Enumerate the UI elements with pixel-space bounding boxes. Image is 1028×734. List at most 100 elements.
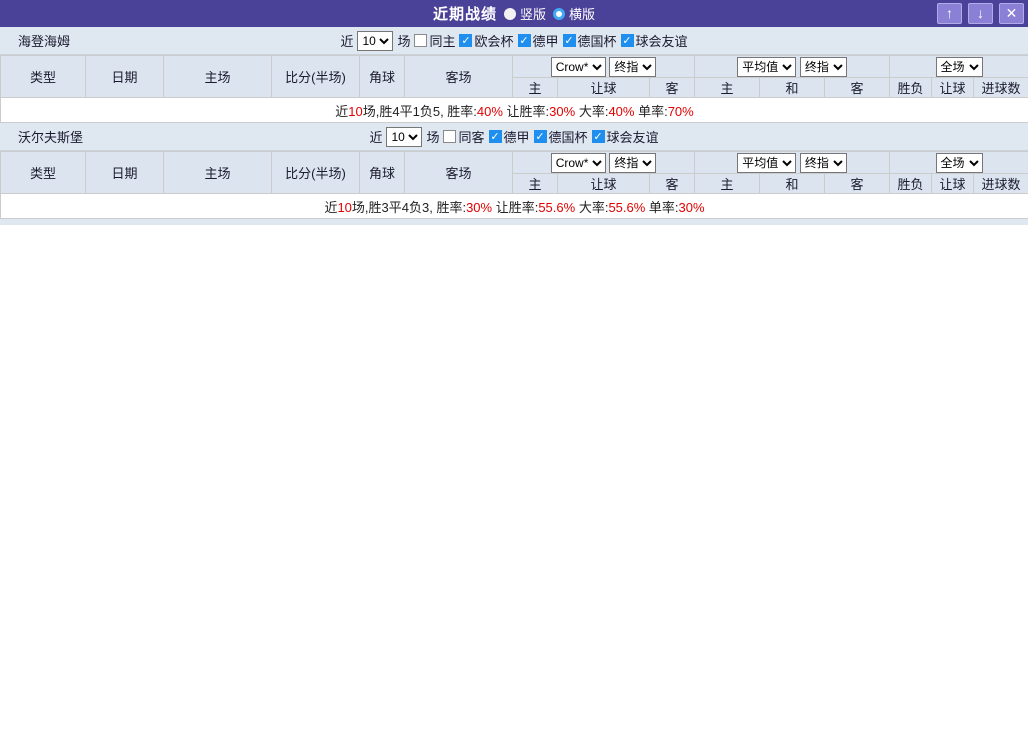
team-section-heidenheim: 海登海姆 近 10 场 同主 ✓ 欧会杯 ✓ 德甲 ✓ 德国杯 ✓ 球会友谊 类…: [0, 27, 1028, 123]
checkbox-checked-icon[interactable]: ✓: [562, 34, 576, 47]
move-up-button[interactable]: ↑: [937, 3, 962, 24]
league-checkbox[interactable]: ✓ 德国杯: [562, 31, 617, 50]
checkbox-label: 欧会杯: [474, 34, 514, 49]
checkbox-checked-icon[interactable]: ✓: [620, 34, 634, 47]
average-stage-select[interactable]: 终指: [799, 56, 847, 77]
col-odds-home: 主: [512, 77, 558, 98]
summary-segment: 单率:: [634, 103, 668, 119]
same-venue-checkbox[interactable]: 同客: [443, 127, 485, 146]
scope-select[interactable]: 全场: [935, 56, 983, 77]
checkbox-checked-icon[interactable]: ✓: [459, 34, 473, 47]
league-checkbox[interactable]: ✓ 德国杯: [533, 127, 588, 146]
col-away: 客场: [404, 55, 513, 98]
near-label: 近: [369, 130, 383, 145]
close-button[interactable]: ✕: [999, 3, 1024, 24]
average-select[interactable]: 平均值: [737, 56, 797, 77]
odds-stage-select[interactable]: 终指: [609, 152, 657, 173]
summary-segment: 大率:: [575, 199, 609, 215]
summary-segment: 场,胜4平1负5, 胜率:: [362, 103, 477, 119]
checkbox-label: 球会友谊: [635, 34, 688, 49]
summary-segment: 40%: [608, 103, 635, 119]
checkbox-label: 球会友谊: [606, 130, 659, 145]
layout-horizontal-option[interactable]: 横版: [553, 4, 595, 23]
col-odds-handicap: 让球: [557, 173, 650, 194]
results-table: 类型 日期 主场 比分(半场) 角球 客场 Crow* 终指 平均值 终指 全场…: [0, 55, 1028, 123]
radio-vertical-label: 竖版: [519, 7, 546, 22]
summary-segment: 单率:: [645, 199, 679, 215]
summary-segment: 场,胜3平4负3, 胜率:: [351, 199, 467, 215]
checkbox-label: 德甲: [503, 130, 530, 145]
summary-segment: 大率:: [575, 103, 609, 119]
bookmaker-group-header: Crow* 终指: [511, 55, 696, 78]
scope-select[interactable]: 全场: [935, 152, 983, 173]
layout-vertical-option[interactable]: 竖版: [503, 4, 546, 23]
checkbox-unchecked-icon[interactable]: [414, 34, 428, 47]
average-select[interactable]: 平均值: [737, 152, 797, 173]
close-icon: ✕: [1005, 5, 1018, 21]
bookmaker-select[interactable]: Crow*: [550, 152, 606, 173]
col-home: 主场: [163, 151, 272, 194]
col-score: 比分(半场): [271, 151, 360, 194]
radio-selected-icon[interactable]: [503, 7, 516, 20]
up-arrow-icon: ↑: [946, 5, 953, 21]
odds-stage-select[interactable]: 终指: [609, 56, 657, 77]
checkbox-checked-icon[interactable]: ✓: [517, 34, 531, 47]
col-odds-home: 主: [512, 173, 558, 194]
near-label: 近: [340, 34, 354, 49]
league-checkbox[interactable]: ✓ 德甲: [488, 127, 530, 146]
summary-segment: 10: [348, 103, 363, 119]
col-home: 主场: [163, 55, 272, 98]
average-group-header: 平均值 终指: [694, 151, 891, 174]
move-down-button[interactable]: ↓: [968, 3, 993, 24]
recent-results-panel: 近期战绩 竖版 横版 ↑ ↓ ✕ 海登海姆 近 10 场 同主 ✓ 欧会杯 ✓ …: [0, 0, 1028, 225]
checkbox-checked-icon[interactable]: ✓: [488, 130, 502, 143]
col-avg-away: 客: [824, 77, 891, 98]
checkbox-checked-icon[interactable]: ✓: [591, 130, 605, 143]
team-section-wolfsburg: 沃尔夫斯堡 近 10 场 同客 ✓ 德甲 ✓ 德国杯 ✓ 球会友谊 类型 日期 …: [0, 123, 1028, 219]
league-checkbox[interactable]: ✓ 球会友谊: [620, 31, 688, 50]
team-name: 沃尔夫斯堡: [18, 130, 84, 145]
summary-segment: 55.6%: [608, 199, 646, 215]
league-checkbox[interactable]: ✓ 德甲: [517, 31, 559, 50]
league-checkbox[interactable]: ✓ 欧会杯: [459, 31, 514, 50]
games-label: 场: [397, 34, 411, 49]
col-avg-away: 客: [824, 173, 891, 194]
league-checkbox[interactable]: ✓ 球会友谊: [591, 127, 659, 146]
col-score: 比分(半场): [271, 55, 360, 98]
league-filter-group: ✓ 德甲 ✓ 德国杯 ✓ 球会友谊: [488, 127, 659, 146]
checkbox-label: 德甲: [532, 34, 559, 49]
match-count-select[interactable]: 10: [386, 126, 423, 147]
filter-bar: 海登海姆 近 10 场 同主 ✓ 欧会杯 ✓ 德甲 ✓ 德国杯 ✓ 球会友谊: [0, 27, 1028, 55]
summary-segment: 10: [337, 199, 352, 215]
summary-segment: 30%: [678, 199, 705, 215]
average-stage-select[interactable]: 终指: [799, 152, 847, 173]
summary-segment: 30%: [549, 103, 576, 119]
checkbox-checked-icon[interactable]: ✓: [533, 130, 547, 143]
summary-segment: 让胜率:: [492, 199, 539, 215]
col-date: 日期: [85, 151, 164, 194]
summary-segment: 55.6%: [538, 199, 576, 215]
checkbox-label: 德国杯: [548, 130, 588, 145]
scope-group-header: 全场: [889, 55, 1028, 78]
filter-bar: 沃尔夫斯堡 近 10 场 同客 ✓ 德甲 ✓ 德国杯 ✓ 球会友谊: [0, 123, 1028, 151]
bookmaker-select[interactable]: Crow*: [550, 56, 606, 77]
league-filter-group: ✓ 欧会杯 ✓ 德甲 ✓ 德国杯 ✓ 球会友谊: [459, 31, 688, 50]
col-type: 类型: [0, 55, 86, 98]
title-bar: 近期战绩 竖版 横版 ↑ ↓ ✕: [0, 0, 1028, 27]
scope-group-header: 全场: [889, 151, 1028, 174]
col-result: 胜负: [889, 173, 933, 194]
col-goals: 进球数: [973, 173, 1028, 194]
summary-segment: 70%: [667, 103, 694, 119]
panel-title: 近期战绩: [432, 6, 497, 23]
team-name: 海登海姆: [18, 34, 71, 49]
checkbox-unchecked-icon[interactable]: [443, 130, 457, 143]
same-venue-label: 同主: [429, 34, 456, 49]
match-count-select[interactable]: 10: [357, 30, 394, 51]
radio-unselected-icon[interactable]: [553, 7, 565, 20]
games-label: 场: [426, 130, 440, 145]
summary-segment: 近: [335, 103, 349, 119]
same-venue-checkbox[interactable]: 同主: [414, 31, 455, 50]
window-buttons: ↑ ↓ ✕: [937, 3, 1024, 24]
same-venue-label: 同客: [458, 130, 485, 145]
col-avg-draw: 和: [759, 77, 826, 98]
